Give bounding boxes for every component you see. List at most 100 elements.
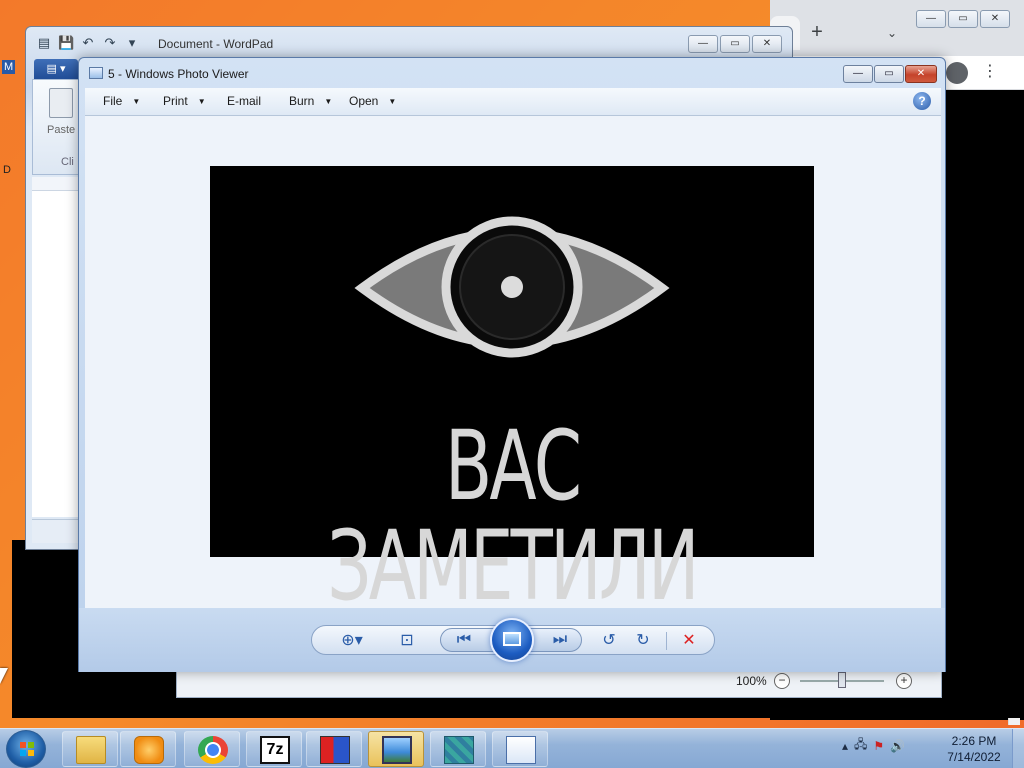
- displayed-photo: ВАС ЗАМЕТИЛИ: [210, 166, 814, 616]
- wordpad-maximize-button[interactable]: ▭: [720, 35, 750, 53]
- help-icon[interactable]: ?: [913, 92, 931, 110]
- save-icon[interactable]: 💾: [58, 35, 74, 51]
- wordpad-close-button[interactable]: ✕: [752, 35, 782, 53]
- browser-maximize-button[interactable]: ▭: [948, 10, 978, 28]
- photo-viewer-controls: ⊕▾ ⊡ ⏮ ⏭ ↺ ↻ ✕: [311, 618, 715, 662]
- close-button[interactable]: ✕: [905, 65, 937, 83]
- menu-file-label: File: [103, 94, 123, 108]
- tab-search-button[interactable]: ⌄: [882, 26, 902, 42]
- profile-icon[interactable]: [946, 62, 968, 84]
- photo-viewer-icon: [382, 736, 412, 764]
- media-player-icon: [134, 736, 164, 764]
- taskbar-chrome[interactable]: [184, 731, 240, 767]
- rotate-counterclockwise-icon[interactable]: ↺: [598, 631, 620, 651]
- customize-qat-icon[interactable]: ▾: [124, 35, 140, 51]
- background-label-d: D: [3, 164, 11, 176]
- zoom-out-button[interactable]: −: [774, 673, 790, 689]
- background-label-m: M: [2, 60, 16, 74]
- photo-caption-text: ВАС ЗАМЕТИЛИ: [327, 410, 699, 622]
- browser-close-button[interactable]: ✕: [980, 10, 1010, 28]
- redo-icon[interactable]: ↷: [102, 35, 118, 51]
- wordpad-title: Document - WordPad: [158, 37, 274, 51]
- menu-file[interactable]: File ▼: [103, 94, 140, 108]
- wordpad-window-controls: — ▭ ✕: [688, 35, 782, 53]
- photo-canvas[interactable]: ВАС ЗАМЕТИЛИ: [85, 116, 941, 616]
- browser-tabstrip: + ⌄ — ▭ ✕: [770, 0, 1024, 56]
- photo-viewer-app-icon: [89, 67, 103, 79]
- menu-burn[interactable]: Burn ▼: [289, 94, 332, 108]
- taskbar-photo-viewer[interactable]: [368, 731, 424, 767]
- windows-logo-icon: [20, 742, 34, 756]
- next-icon[interactable]: ⏭: [549, 630, 571, 650]
- undo-icon[interactable]: ↶: [80, 35, 96, 51]
- new-tab-button[interactable]: +: [806, 22, 828, 44]
- 7zip-icon: 7z: [260, 736, 290, 764]
- wordpad-titlebar[interactable]: ▤ 💾 ↶ ↷ ▾ Document - WordPad — ▭ ✕: [26, 27, 792, 59]
- chevron-down-icon: ▼: [197, 97, 206, 106]
- clock-time: 2:26 PM: [951, 734, 997, 748]
- taskbar-media-player[interactable]: [120, 731, 176, 767]
- browser-menu-button[interactable]: ⋮: [982, 60, 998, 84]
- volume-icon[interactable]: 🔊: [890, 739, 905, 753]
- photo-viewer-window: 5 - Windows Photo Viewer — ▭ ✕ File ▼ Pri…: [78, 57, 946, 672]
- photo-viewer-titlebar[interactable]: 5 - Windows Photo Viewer — ▭ ✕: [79, 58, 945, 88]
- menu-open-label: Open: [349, 94, 379, 108]
- taskbar: 7z ▴ 🖧 ⚑ 🔊 2:26 PM 7/14/2022: [0, 728, 1024, 768]
- chevron-down-icon: ▼: [324, 97, 333, 106]
- chevron-down-icon: ▼: [132, 97, 141, 106]
- photo-viewer-title: 5 - Windows Photo Viewer: [108, 67, 249, 81]
- setup-icon: [320, 736, 350, 764]
- network-tool-icon: [444, 736, 474, 764]
- menu-email-label: E-mail: [227, 94, 262, 108]
- show-desktop-button[interactable]: [1012, 729, 1024, 768]
- photo-viewer-controls-bar: ⊕▾ ⊡ ⏮ ⏭ ↺ ↻ ✕: [79, 608, 945, 672]
- wordpad-icon: [506, 736, 536, 764]
- menu-email[interactable]: E-mail: [227, 94, 261, 108]
- taskbar-explorer[interactable]: [62, 731, 118, 767]
- network-icon[interactable]: 🖧: [854, 735, 867, 756]
- clipboard-group-label: Cli: [61, 156, 74, 168]
- maximize-button[interactable]: ▭: [874, 65, 904, 83]
- wordpad-zoom-bar: [176, 668, 942, 698]
- clock-date: 7/14/2022: [947, 750, 1001, 764]
- delete-icon[interactable]: ✕: [678, 631, 700, 651]
- menu-open[interactable]: Open ▼: [349, 94, 396, 108]
- action-center-flag-icon[interactable]: ⚑: [873, 739, 884, 753]
- rotate-clockwise-icon[interactable]: ↻: [632, 631, 654, 651]
- menu-print[interactable]: Print ▼: [163, 94, 206, 108]
- photo-viewer-window-controls: — ▭ ✕: [843, 65, 937, 83]
- chevron-down-icon: ▼: [388, 97, 397, 106]
- wordpad-minimize-button[interactable]: —: [688, 35, 718, 53]
- menu-burn-label: Burn: [289, 94, 315, 108]
- zoom-magnifier-icon[interactable]: ⊕▾: [336, 631, 368, 651]
- taskbar-network-tool[interactable]: [430, 731, 486, 767]
- explorer-icon: [76, 736, 106, 764]
- taskbar-wordpad[interactable]: [492, 731, 548, 767]
- chrome-icon: [198, 736, 228, 764]
- paste-icon[interactable]: [49, 88, 73, 118]
- start-button[interactable]: [6, 730, 46, 768]
- slideshow-icon: [503, 632, 521, 646]
- taskbar-setup[interactable]: [306, 731, 362, 767]
- browser-minimize-button[interactable]: —: [916, 10, 946, 28]
- controls-separator: [666, 632, 667, 650]
- system-clock[interactable]: 2:26 PM 7/14/2022: [944, 733, 1004, 765]
- menu-print-label: Print: [163, 94, 188, 108]
- wordpad-app-icon[interactable]: ▤: [36, 35, 52, 51]
- minimize-button[interactable]: —: [843, 65, 873, 83]
- taskbar-7zip[interactable]: 7z: [246, 731, 302, 767]
- actual-size-icon[interactable]: ⊡: [396, 631, 418, 651]
- wordpad-file-menu-button[interactable]: ▤ ▾: [34, 59, 78, 79]
- zoom-level: 100%: [736, 674, 767, 688]
- zoom-in-button[interactable]: +: [896, 673, 912, 689]
- system-tray: ▴ 🖧 ⚑ 🔊: [842, 735, 905, 756]
- slideshow-button[interactable]: [490, 618, 534, 662]
- photo-viewer-menubar: File ▼ Print ▼ E-mail Burn ▼ Open ▼ ?: [85, 88, 941, 116]
- show-hidden-icons-icon[interactable]: ▴: [842, 739, 848, 753]
- browser-window-controls: — ▭ ✕: [916, 10, 1010, 28]
- quick-access-toolbar: ▤ 💾 ↶ ↷ ▾: [36, 35, 140, 51]
- previous-icon[interactable]: ⏮: [453, 630, 475, 650]
- mouse-cursor-icon: [0, 668, 8, 684]
- paste-label[interactable]: Paste: [47, 124, 75, 136]
- zoom-slider-thumb[interactable]: [838, 672, 846, 688]
